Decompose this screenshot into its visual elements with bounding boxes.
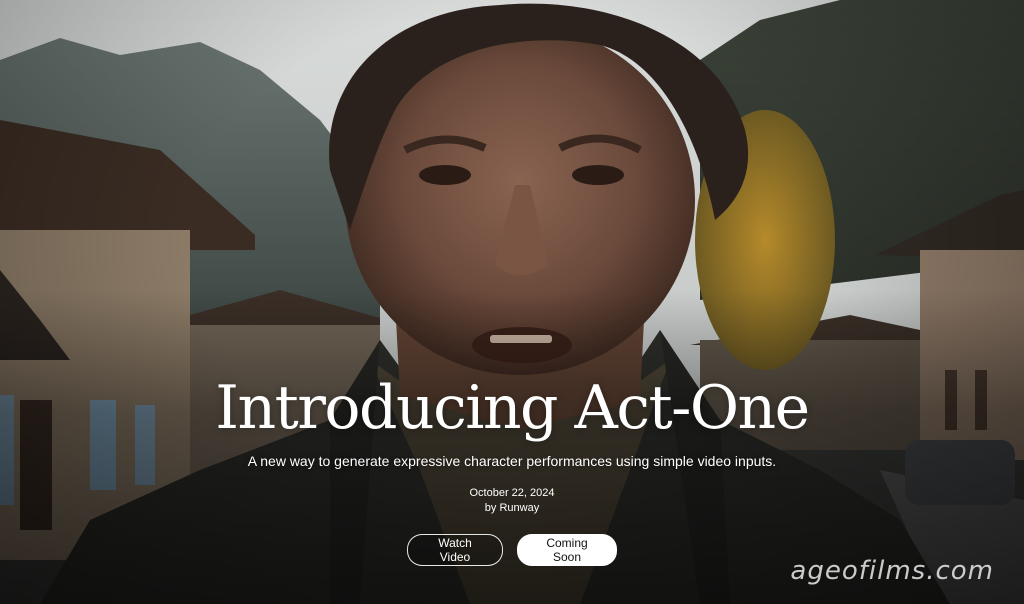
publish-date: October 22, 2024 — [469, 487, 555, 499]
coming-soon-button[interactable]: Coming Soon — [517, 534, 617, 566]
hero-subtitle: A new way to generate expressive charact… — [247, 453, 777, 469]
post-meta: October 22, 2024 by Runway — [0, 486, 1024, 516]
author-byline: by Runway — [484, 502, 540, 514]
hero-content: Introducing Act-One A new way to generat… — [0, 370, 1024, 566]
watermark-text: ageofilms.com — [790, 556, 994, 586]
page-title: Introducing Act-One — [215, 373, 810, 443]
watch-video-button[interactable]: Watch Video — [407, 534, 503, 566]
